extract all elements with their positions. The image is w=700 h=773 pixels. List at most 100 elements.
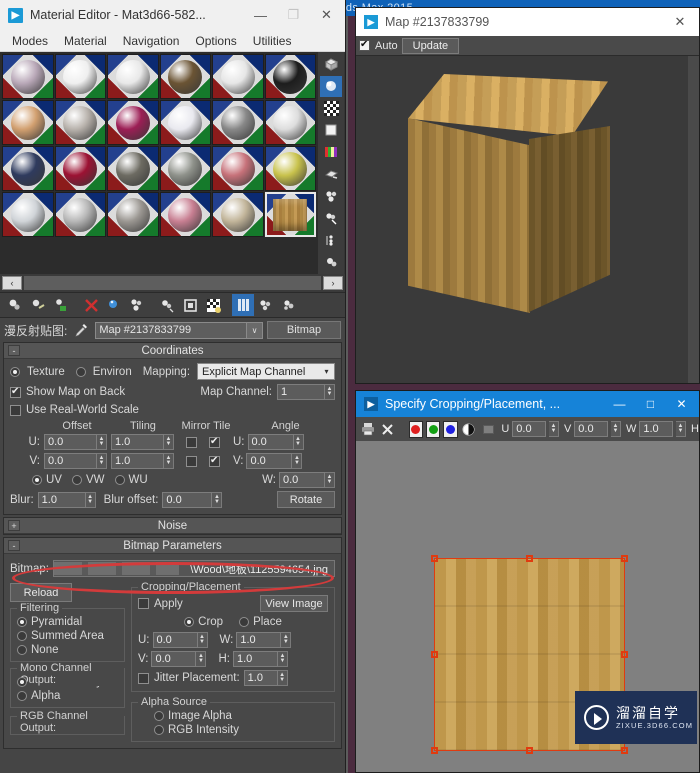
- menu-material[interactable]: Material: [56, 32, 115, 50]
- close-button[interactable]: ✕: [666, 392, 697, 416]
- sample-slot[interactable]: [212, 146, 264, 191]
- contrast-icon[interactable]: [461, 419, 477, 439]
- sample-slot[interactable]: [54, 192, 106, 237]
- sample-slot[interactable]: [264, 100, 316, 145]
- chevron-down-icon[interactable]: ▾: [319, 367, 334, 376]
- rotate-button[interactable]: Rotate: [277, 491, 335, 508]
- video-color-check-icon[interactable]: [320, 142, 342, 163]
- crop-w-input[interactable]: 1.0: [639, 421, 673, 437]
- sample-slot[interactable]: [107, 146, 159, 191]
- alpha-channel-icon[interactable]: [480, 419, 496, 439]
- show-shaded-material-in-viewport-icon[interactable]: [202, 294, 224, 316]
- get-material-icon[interactable]: [4, 294, 26, 316]
- make-preview-icon[interactable]: [320, 164, 342, 185]
- go-to-parent-icon[interactable]: [255, 294, 277, 316]
- make-material-copy-icon[interactable]: [103, 294, 125, 316]
- crop-v-spinner[interactable]: ▲ ▼: [610, 421, 621, 437]
- crop-v-spinner[interactable]: ▲ ▼: [196, 651, 207, 667]
- show-end-result-icon[interactable]: [320, 252, 342, 273]
- sample-uv-tiling-icon[interactable]: [320, 120, 342, 141]
- offset-u-spinner[interactable]: ▲ ▼: [97, 434, 107, 450]
- red-channel-button[interactable]: [408, 420, 424, 438]
- sample-slot[interactable]: [54, 54, 106, 99]
- reload-button[interactable]: Reload: [10, 583, 72, 602]
- crop-handle-bottom-left[interactable]: [431, 747, 438, 754]
- angle-w-spinner[interactable]: ▲ ▼: [325, 472, 335, 488]
- crop-canvas[interactable]: 溜溜自学 ZIXUE.3D66.COM: [356, 441, 699, 772]
- place-radio[interactable]: [239, 617, 250, 627]
- sample-slot-grid[interactable]: [0, 52, 318, 274]
- bitmap-path-field[interactable]: \Wood\地板\1125594654.jpg: [53, 560, 335, 577]
- wu-radio[interactable]: [114, 475, 125, 485]
- go-forward-to-sibling-icon[interactable]: [278, 294, 300, 316]
- crop-w-spinner[interactable]: ▲ ▼: [281, 632, 292, 648]
- sample-slot[interactable]: [212, 54, 264, 99]
- sample-slot[interactable]: [264, 146, 316, 191]
- backlight-icon[interactable]: [320, 76, 342, 97]
- filtering-summed-area-radio[interactable]: [17, 631, 27, 641]
- crop-v-input[interactable]: 0.0: [574, 421, 608, 437]
- sample-slot[interactable]: [264, 54, 316, 99]
- mirror-u-checkbox[interactable]: [186, 436, 197, 448]
- crop-handle-mid-right[interactable]: [621, 650, 628, 658]
- offset-v-input[interactable]: 0.0: [44, 453, 97, 469]
- crop-u-spinner[interactable]: ▲ ▼: [197, 632, 208, 648]
- blur-offset-input[interactable]: 0.0: [162, 491, 213, 508]
- map-channel-input[interactable]: 1: [277, 384, 325, 400]
- slot-scroll-right-button[interactable]: ›: [323, 276, 343, 290]
- mono-rgb-intensity-radio[interactable]: [17, 677, 27, 687]
- bitmap-parameters-header[interactable]: - Bitmap Parameters: [4, 538, 341, 554]
- close-button[interactable]: ✕: [665, 14, 695, 30]
- sample-slot[interactable]: [54, 100, 106, 145]
- update-button[interactable]: Update: [401, 37, 460, 54]
- mirror-v-checkbox[interactable]: [186, 455, 197, 467]
- sample-slot[interactable]: [2, 192, 54, 237]
- select-by-material-icon[interactable]: [320, 208, 342, 229]
- tiling-u-spinner[interactable]: ▲ ▼: [164, 434, 174, 450]
- sample-slot[interactable]: [107, 192, 159, 237]
- mapping-select[interactable]: Explicit Map Channel ▾: [197, 363, 335, 380]
- maximize-button[interactable]: ❐: [277, 1, 310, 29]
- crop-handle-bottom-center[interactable]: [525, 747, 533, 754]
- environ-radio[interactable]: [75, 366, 86, 377]
- crop-handle-bottom-right[interactable]: [621, 747, 628, 754]
- angle-w-input[interactable]: 0.0: [279, 472, 325, 488]
- menu-utilities[interactable]: Utilities: [245, 32, 300, 50]
- coordinates-header[interactable]: - Coordinates: [4, 343, 341, 359]
- crop-w-spinner[interactable]: ▲ ▼: [676, 421, 686, 437]
- slot-scroll-track[interactable]: [24, 276, 321, 290]
- sample-slot[interactable]: [159, 100, 211, 145]
- put-material-to-scene-icon[interactable]: [27, 294, 49, 316]
- blur-offset-spinner[interactable]: ▲ ▼: [212, 491, 223, 508]
- noise-header[interactable]: + Noise: [4, 518, 341, 534]
- crop-radio[interactable]: [184, 617, 195, 627]
- sample-slot[interactable]: [159, 54, 211, 99]
- options-icon[interactable]: [320, 186, 342, 207]
- tiling-v-input[interactable]: 1.0: [111, 453, 164, 469]
- mono-alpha-radio[interactable]: [17, 691, 27, 701]
- uv-radio[interactable]: [32, 475, 42, 485]
- view-image-button[interactable]: View Image: [260, 595, 328, 612]
- background-checker-icon[interactable]: [320, 98, 342, 119]
- jitter-placement-spinner[interactable]: ▲ ▼: [277, 670, 288, 686]
- show-end-result-icon[interactable]: [232, 294, 254, 316]
- image-alpha-radio[interactable]: [154, 711, 164, 721]
- offset-v-spinner[interactable]: ▲ ▼: [97, 453, 107, 469]
- tile-v-checkbox[interactable]: [209, 455, 220, 467]
- crop-handle-top-center[interactable]: [525, 555, 533, 562]
- crop-v-input[interactable]: 0.0: [151, 651, 197, 667]
- printer-icon[interactable]: [360, 419, 376, 439]
- bitmap-parameters-toggle[interactable]: -: [8, 540, 20, 551]
- green-channel-button[interactable]: [426, 420, 441, 438]
- make-unique-icon[interactable]: [126, 294, 148, 316]
- crop-handle-top-right[interactable]: [621, 555, 628, 562]
- sample-slot[interactable]: [107, 100, 159, 145]
- coordinates-toggle[interactable]: -: [8, 345, 20, 356]
- map-preview-canvas[interactable]: [356, 56, 699, 383]
- alpha-rgb-intensity-radio[interactable]: [154, 725, 164, 735]
- jitter-placement-input[interactable]: 1.0: [243, 670, 278, 686]
- sample-slot[interactable]: [159, 192, 211, 237]
- jitter-placement-checkbox[interactable]: [138, 672, 149, 684]
- apply-crop-checkbox[interactable]: [138, 598, 149, 609]
- assign-material-to-selection-icon[interactable]: [50, 294, 72, 316]
